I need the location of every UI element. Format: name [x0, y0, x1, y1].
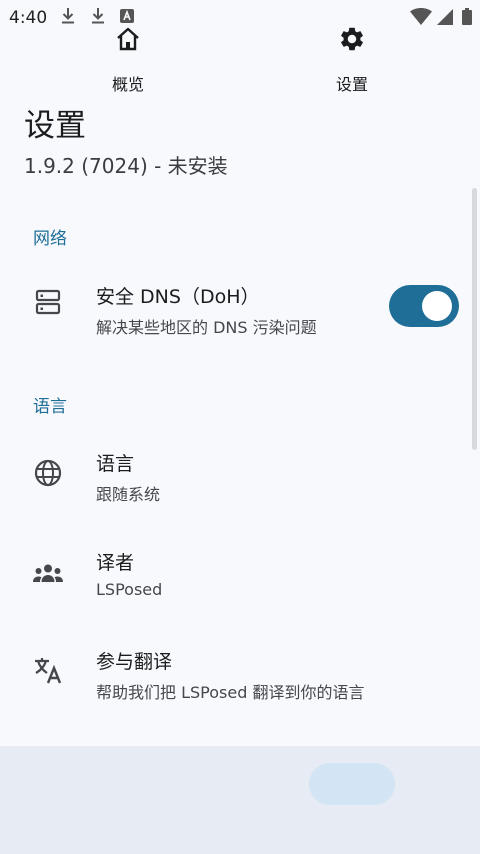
- nav-label-settings: 设置: [335, 75, 368, 94]
- contribute-summary: 帮助我们把 LSPosed 翻译到你的语言: [96, 683, 365, 702]
- translators-title: 译者: [96, 552, 135, 574]
- translate-icon: [35, 658, 62, 684]
- nav-item-overview[interactable]: 概览: [48, 0, 208, 108]
- dns-title: 安全 DNS（DoH）: [96, 286, 260, 308]
- contribute-translation-row[interactable]: 参与翻译 帮助我们把 LSPosed 翻译到你的语言: [0, 632, 480, 712]
- cell-signal-icon: [437, 9, 453, 25]
- home-icon: [117, 27, 139, 51]
- translators-preference-row[interactable]: 译者 LSPosed: [0, 533, 480, 613]
- nav-item-settings[interactable]: 设置: [272, 0, 432, 108]
- language-preference-row[interactable]: 语言 跟随系统: [0, 434, 480, 514]
- version-subtitle: 1.9.2 (7024) - 未安装: [24, 154, 228, 178]
- scrollbar[interactable]: [472, 188, 477, 450]
- contribute-title: 参与翻译: [96, 651, 173, 673]
- nav-selected-indicator: [309, 763, 395, 805]
- server-icon: [35, 289, 61, 315]
- battery-icon: [462, 8, 472, 25]
- dns-summary: 解决某些地区的 DNS 污染问题: [96, 318, 317, 337]
- group-icon: [33, 564, 63, 582]
- section-header-network: 网络: [33, 229, 67, 249]
- translators-summary: LSPosed: [96, 580, 163, 599]
- toggle-thumb: [422, 291, 452, 321]
- bottom-navigation: [0, 746, 480, 854]
- globe-icon: [34, 459, 62, 487]
- language-title: 语言: [96, 453, 135, 475]
- dns-toggle[interactable]: [389, 285, 459, 327]
- language-summary: 跟随系统: [96, 485, 161, 504]
- nav-label-overview: 概览: [111, 75, 144, 94]
- gear-icon: [341, 27, 363, 51]
- section-header-language: 语言: [33, 397, 67, 417]
- status-time: 4:40: [9, 8, 48, 28]
